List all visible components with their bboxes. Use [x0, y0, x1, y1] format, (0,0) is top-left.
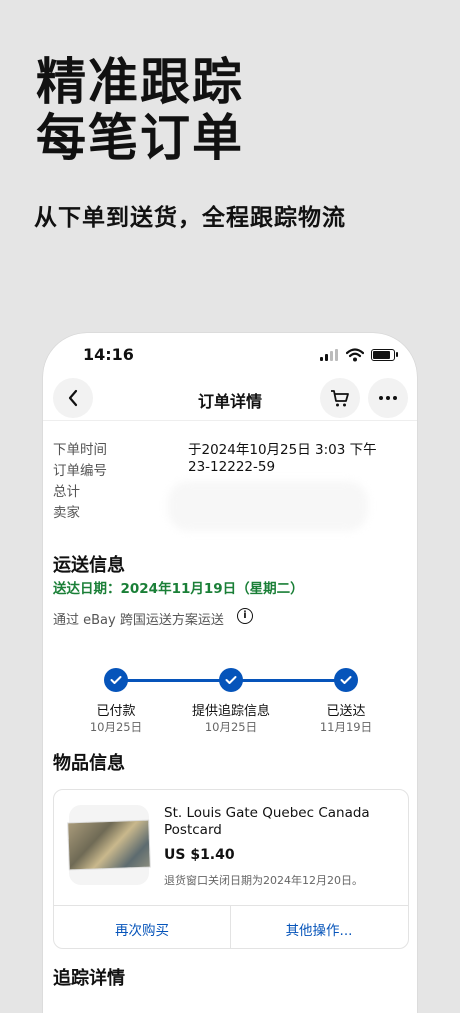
status-time: 14:16 — [83, 345, 134, 364]
step-paid-label: 已付款 — [96, 704, 136, 719]
battery-icon — [371, 349, 395, 361]
more-icon — [379, 396, 397, 400]
card-divider — [54, 905, 408, 906]
order-number-label: 订单编号 — [53, 463, 107, 479]
promo-title-line2: 每笔订单 — [36, 109, 244, 167]
order-time-label: 下单时间 — [53, 442, 107, 458]
shipping-method: 通过 eBay 跨国运送方案运送 — [53, 613, 224, 628]
buy-again-button[interactable]: 再次购买 — [54, 919, 230, 939]
phone-screen: 14:16 订单详情 下单时间 于2024年10月25日 3:03 下午 订单编… — [43, 333, 417, 1013]
status-bar: 14:16 — [43, 333, 417, 377]
item-thumbnail[interactable] — [68, 805, 150, 885]
order-number-value: 23-12222-59 — [188, 459, 276, 475]
item-heading: 物品信息 — [53, 753, 125, 774]
step-delivered-date: 11月19日 — [319, 720, 373, 734]
delivery-date: 送达日期：2024年11月19日（星期二） — [53, 581, 304, 597]
step-tracking-label: 提供追踪信息 — [191, 704, 270, 719]
seller-label: 卖家 — [53, 505, 80, 521]
page-title: 订单详情 — [197, 392, 262, 411]
order-time-value: 于2024年10月25日 3:03 下午 — [188, 442, 377, 458]
header-divider — [43, 420, 417, 421]
more-button[interactable] — [368, 378, 408, 418]
return-note: 退货窗口关闭日期为2024年12月20日。 — [164, 874, 363, 887]
tracking-heading: 追踪详情 — [53, 968, 125, 989]
promo-title: 精准跟踪 每笔订单 — [36, 54, 244, 166]
cart-button[interactable] — [320, 378, 360, 418]
step-paid-date: 10月25日 — [89, 720, 143, 734]
nav-bar: 订单详情 — [43, 377, 417, 419]
more-actions-button[interactable]: 其他操作... — [231, 919, 407, 939]
step-tracking-check-icon — [219, 668, 243, 692]
item-card: St. Louis Gate Quebec Canada Postcard US… — [53, 789, 409, 949]
signal-icon — [320, 349, 340, 361]
promo-subtitle: 从下单到送货，全程跟踪物流 — [34, 205, 346, 231]
shipping-heading: 运送信息 — [53, 555, 125, 576]
progress-line-2 — [241, 679, 345, 682]
promo-title-line1: 精准跟踪 — [36, 53, 244, 111]
step-tracking-date: 10月25日 — [204, 720, 258, 734]
cart-icon — [331, 390, 349, 407]
wifi-icon — [345, 347, 365, 366]
postcard-image — [68, 820, 150, 870]
item-title[interactable]: St. Louis Gate Quebec Canada Postcard — [164, 805, 394, 839]
step-delivered-check-icon — [334, 668, 358, 692]
item-price: US $1.40 — [164, 847, 235, 863]
step-delivered-label: 已送达 — [326, 704, 366, 719]
progress-line-1 — [126, 679, 230, 682]
info-icon[interactable]: i — [237, 608, 253, 624]
battery-tip — [396, 352, 398, 357]
total-label: 总计 — [53, 484, 80, 500]
redacted-values — [168, 481, 368, 531]
step-paid-check-icon — [104, 668, 128, 692]
